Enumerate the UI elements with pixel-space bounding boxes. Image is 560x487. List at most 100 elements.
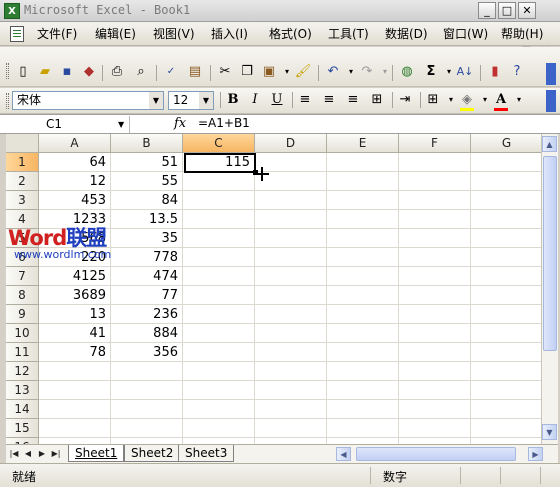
chevron-down-icon[interactable]: ▼ — [199, 92, 213, 109]
row-header-1[interactable]: 1 — [6, 153, 39, 172]
font-name-select[interactable]: 宋体 ▼ — [12, 91, 164, 110]
font-color-button[interactable]: A — [492, 91, 510, 109]
column-header-a[interactable]: A — [39, 134, 111, 153]
column-header-f[interactable]: F — [399, 134, 471, 153]
cell-a2[interactable]: 12 — [39, 172, 110, 191]
print-preview-icon[interactable]: ⌕ — [132, 63, 150, 81]
row-header-2[interactable]: 2 — [6, 172, 39, 191]
formula-input[interactable]: =A1+B1 — [198, 115, 250, 132]
restore-button[interactable]: □ — [498, 2, 516, 19]
autosum-icon[interactable]: Σ — [422, 63, 440, 81]
fx-icon[interactable]: fx — [174, 115, 186, 132]
align-right-icon[interactable]: ≡ — [344, 91, 362, 109]
row-header-13[interactable]: 13 — [6, 381, 39, 400]
row-header-14[interactable]: 14 — [6, 400, 39, 419]
save-icon[interactable]: ▪ — [58, 63, 76, 81]
cell-b2[interactable]: 55 — [111, 172, 182, 191]
scroll-left-icon[interactable]: ◀ — [336, 447, 351, 461]
cell-a3[interactable]: 453 — [39, 191, 110, 210]
open-icon[interactable]: ▰ — [36, 63, 54, 81]
cut-icon[interactable]: ✂ — [216, 63, 234, 81]
chevron-down-icon[interactable]: ▼ — [118, 120, 124, 129]
row-header-15[interactable]: 15 — [6, 419, 39, 438]
cell-a1[interactable]: 64 — [39, 153, 110, 172]
cell-b1[interactable]: 51 — [111, 153, 182, 172]
research-icon[interactable]: ▤ — [186, 63, 204, 81]
merge-center-icon[interactable]: ⊞ — [368, 91, 386, 109]
workbook-icon[interactable] — [10, 26, 24, 42]
cell-b9[interactable]: 236 — [111, 305, 182, 324]
row-header-7[interactable]: 7 — [6, 267, 39, 286]
font-color-dropdown-icon[interactable]: ▾ — [510, 91, 528, 109]
borders-icon[interactable]: ⊞ — [424, 91, 442, 109]
row-header-3[interactable]: 3 — [6, 191, 39, 210]
toolbar-grip[interactable] — [6, 93, 9, 109]
copy-icon[interactable]: ❐ — [238, 63, 256, 81]
row-header-11[interactable]: 11 — [6, 343, 39, 362]
sheet-tab-sheet3[interactable]: Sheet3 — [178, 445, 235, 462]
print-icon[interactable]: ⎙ — [108, 63, 126, 81]
help-icon[interactable]: ? — [508, 63, 526, 81]
cell-b8[interactable]: 77 — [111, 286, 182, 305]
cell-b5[interactable]: 35 — [111, 229, 182, 248]
menu-file[interactable]: 文件(F) — [37, 25, 77, 43]
menu-help[interactable]: 帮助(H) — [501, 25, 543, 43]
indent-icon[interactable]: ⇥ — [396, 91, 414, 109]
chevron-down-icon[interactable]: ▼ — [149, 92, 163, 109]
align-left-icon[interactable]: ≡ — [296, 91, 314, 109]
chart-wizard-icon[interactable]: ▮ — [486, 63, 504, 81]
cell-a11[interactable]: 78 — [39, 343, 110, 362]
scroll-down-icon[interactable]: ▼ — [542, 424, 557, 440]
select-all-corner[interactable] — [6, 134, 39, 153]
cell-a10[interactable]: 41 — [39, 324, 110, 343]
column-header-g[interactable]: G — [471, 134, 542, 153]
paste-icon[interactable]: ▣ — [260, 63, 278, 81]
menu-format[interactable]: 格式(O) — [269, 25, 312, 43]
font-size-select[interactable]: 12 ▼ — [168, 91, 214, 110]
scroll-up-icon[interactable]: ▲ — [542, 136, 557, 152]
row-header-9[interactable]: 9 — [6, 305, 39, 324]
last-sheet-icon[interactable]: ▶| — [50, 447, 62, 461]
cell-b4[interactable]: 13.5 — [111, 210, 182, 229]
prev-sheet-icon[interactable]: ◀ — [22, 447, 34, 461]
menu-insert[interactable]: 插入(I) — [211, 25, 248, 43]
column-header-b[interactable]: B — [111, 134, 183, 153]
permission-icon[interactable]: ◆ — [80, 63, 98, 81]
excel-app-icon[interactable]: X — [4, 3, 20, 19]
cell-b10[interactable]: 884 — [111, 324, 182, 343]
italic-button[interactable]: I — [246, 91, 264, 109]
underline-button[interactable]: U — [268, 91, 286, 109]
toolbar-options-icon[interactable] — [546, 63, 556, 85]
row-header-12[interactable]: 12 — [6, 362, 39, 381]
cell-b3[interactable]: 84 — [111, 191, 182, 210]
next-sheet-icon[interactable]: ▶ — [36, 447, 48, 461]
column-header-d[interactable]: D — [255, 134, 327, 153]
cell-a9[interactable]: 13 — [39, 305, 110, 324]
bold-button[interactable]: B — [224, 91, 242, 109]
cell-b11[interactable]: 356 — [111, 343, 182, 362]
toolbar-options-icon[interactable] — [546, 90, 556, 112]
menu-data[interactable]: 数据(D) — [385, 25, 428, 43]
name-box[interactable]: C1 ▼ — [6, 116, 130, 133]
undo-icon[interactable]: ↶ — [324, 63, 342, 81]
row-header-10[interactable]: 10 — [6, 324, 39, 343]
cell-b7[interactable]: 474 — [111, 267, 182, 286]
align-center-icon[interactable]: ≡ — [320, 91, 338, 109]
menu-tools[interactable]: 工具(T) — [328, 25, 369, 43]
vertical-scrollbar[interactable]: ▲ ▼ — [541, 134, 558, 444]
spelling-icon[interactable]: ✓ — [162, 63, 180, 81]
row-header-8[interactable]: 8 — [6, 286, 39, 305]
hyperlink-icon[interactable]: ◍ — [398, 63, 416, 81]
new-icon[interactable]: ▯ — [14, 63, 32, 81]
toolbar-grip[interactable] — [6, 63, 9, 79]
menu-window[interactable]: 窗口(W) — [443, 25, 488, 43]
sheet-tab-sheet2[interactable]: Sheet2 — [124, 445, 181, 462]
worksheet-grid[interactable]: ABCDEFG 12345678910111213141516 64124531… — [6, 134, 542, 444]
sheet-tab-sheet1[interactable]: Sheet1 — [68, 445, 125, 462]
column-header-c[interactable]: C — [183, 134, 255, 153]
horizontal-scroll-thumb[interactable] — [356, 447, 516, 461]
cell-a7[interactable]: 4125 — [39, 267, 110, 286]
fill-color-icon[interactable]: ◈ — [458, 91, 476, 109]
sort-ascending-icon[interactable]: A↓ — [456, 63, 474, 81]
menu-view[interactable]: 视图(V) — [153, 25, 195, 43]
